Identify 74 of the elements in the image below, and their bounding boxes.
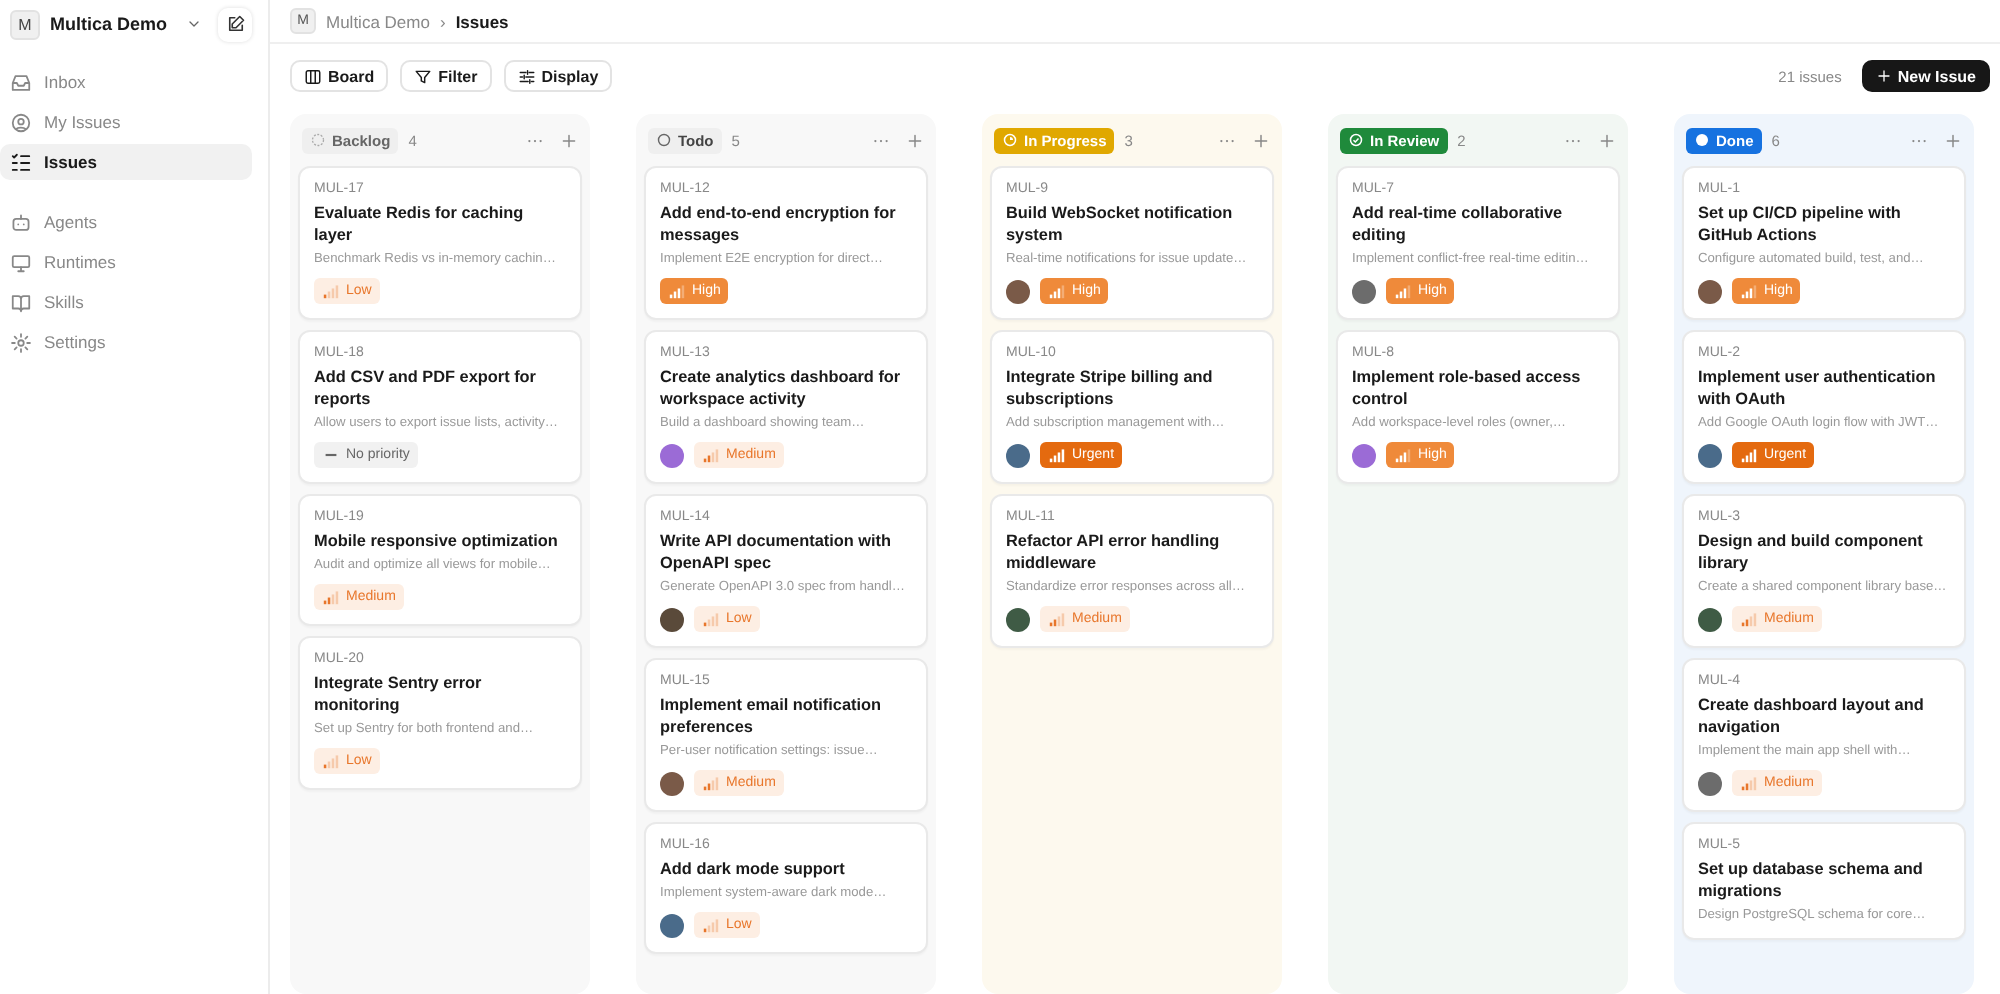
signal-bars-icon (1740, 446, 1758, 464)
plus-icon[interactable] (1944, 131, 1962, 149)
new-issue-button[interactable]: New Issue (1861, 60, 1990, 92)
plus-icon[interactable] (1252, 131, 1270, 149)
sliders-icon (517, 67, 536, 85)
signal-bars-icon (322, 752, 340, 770)
sidebar-item[interactable]: Skills (0, 284, 252, 320)
issue-title: Implement email notification preferences (660, 694, 884, 738)
issue-title: Mobile responsive optimization (314, 530, 560, 552)
sidebar-item[interactable]: Issues (0, 144, 252, 180)
signal-bars-icon (1394, 446, 1412, 464)
issue-title: Implement role-based access control (1352, 366, 1583, 410)
signal-bars-icon (322, 588, 340, 606)
chevron-down-icon[interactable] (185, 16, 202, 32)
breadcrumb-separator: › (439, 11, 446, 31)
signal-bars-icon (668, 282, 686, 300)
issue-title: Set up CI/CD pipeline with GitHub Actions (1698, 202, 1903, 246)
issue-title: Integrate Stripe billing and subscriptions (1006, 366, 1215, 410)
issue-title: Design and build component library (1698, 530, 1925, 574)
signal-bars-icon (1048, 610, 1066, 628)
filter-icon (414, 67, 433, 85)
sidebar-item[interactable]: Runtimes (0, 244, 252, 280)
sidebar-item[interactable]: Agents (0, 204, 252, 240)
page-title: Issues (455, 11, 509, 31)
issue-title: Add end-to-end encryption for messages (660, 202, 898, 246)
breadcrumb-link[interactable]: Multica Demo (326, 11, 430, 31)
signal-bars-icon (1740, 610, 1758, 628)
user-circle-icon (10, 111, 32, 133)
robot-icon (10, 211, 32, 233)
checklist-icon (10, 151, 32, 173)
check-circle-icon (1348, 132, 1364, 148)
signal-bars-icon (702, 774, 720, 792)
signal-bars-icon (1740, 774, 1758, 792)
issue-title: Evaluate Redis for caching layer (314, 202, 526, 246)
plus-icon (1875, 68, 1892, 84)
issue-title: Integrate Sentry error monitoring (314, 672, 484, 716)
signal-bars-icon (702, 610, 720, 628)
plus-icon[interactable] (906, 131, 924, 149)
issue-title: Set up database schema and migrations (1698, 858, 1925, 902)
dashed-circle-icon (310, 132, 326, 148)
signal-bars-icon (702, 916, 720, 934)
signal-bars-icon (1048, 282, 1066, 300)
signal-bars-icon (1048, 446, 1066, 464)
issue-title: Add dark mode support (660, 858, 847, 880)
issue-title: Implement user authentication with OAuth (1698, 366, 1938, 410)
issue-title: Build WebSocket notification system (1006, 202, 1235, 246)
monitor-icon (10, 251, 32, 273)
signal-bars-icon (322, 282, 340, 300)
workspace-name[interactable]: Multica Demo (50, 14, 168, 34)
sidebar-item[interactable]: Settings (0, 324, 252, 360)
issue-title: Add CSV and PDF export for reports (314, 366, 538, 410)
toolbar-button[interactable]: Filter (400, 60, 492, 92)
columns-icon (304, 67, 322, 85)
signal-bars-icon (702, 446, 720, 464)
inbox-icon (10, 71, 32, 93)
settings-icon (10, 331, 32, 353)
circle-icon (656, 132, 672, 148)
sidebar-item[interactable]: My Issues (0, 104, 252, 140)
filled-circle-icon (1694, 132, 1710, 148)
plus-icon[interactable] (1598, 131, 1616, 149)
toolbar-button[interactable]: Display (503, 60, 613, 92)
signal-bars-icon (1394, 282, 1412, 300)
issue-title: Create dashboard layout and navigation (1698, 694, 1926, 738)
toolbar-button[interactable]: Board (290, 60, 389, 92)
issue-title: Add real-time collaborative editing (1352, 202, 1565, 246)
book-icon (10, 291, 32, 313)
plus-icon[interactable] (560, 131, 578, 149)
workspace-avatar: M (10, 9, 40, 39)
half-circle-icon (1002, 132, 1018, 148)
issue-title: Create analytics dashboard for workspace activity (660, 366, 903, 410)
signal-bars-icon (1740, 282, 1758, 300)
sidebar-item[interactable]: Inbox (0, 64, 252, 100)
issue-title: Write API documentation with OpenAPI spec (660, 530, 894, 574)
issue-title: Refactor API error handling middleware (1006, 530, 1222, 574)
